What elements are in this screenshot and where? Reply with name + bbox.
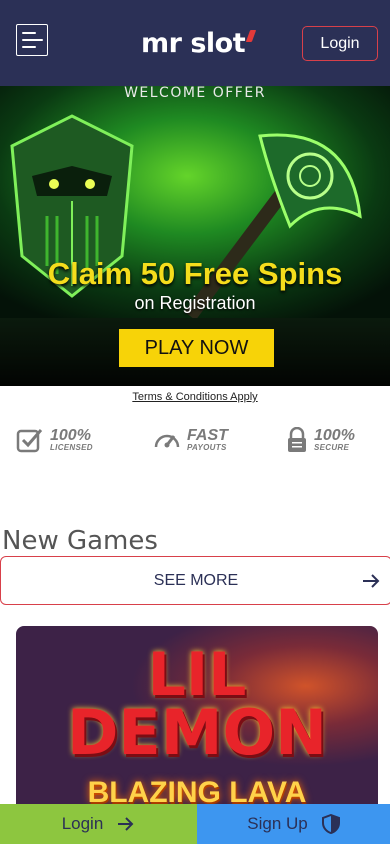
bottom-signup-label: Sign Up: [247, 814, 308, 833]
badge-licensed-small: LICENSED: [50, 443, 93, 452]
badge-fast-small: PAYOUTS: [187, 443, 227, 452]
badge-secure: 100% SECURE: [286, 426, 355, 454]
hamburger-menu-icon[interactable]: [16, 24, 48, 56]
welcome-offer-title: WELCOME OFFER: [124, 86, 266, 101]
game-tile-lil-demon[interactable]: LIL DEMON BLAZING LAVA: [16, 626, 378, 826]
logo-accent: [245, 30, 257, 42]
header-login-button[interactable]: Login: [302, 26, 378, 61]
offer-subline: on Registration: [134, 293, 256, 313]
badge-licensed-big: 100%: [50, 427, 91, 444]
badge-secure-big: 100%: [314, 427, 355, 444]
arrow-right-icon: [118, 817, 134, 831]
padlock-icon: [288, 427, 306, 452]
speedometer-icon: [154, 434, 180, 448]
welcome-offer-banner[interactable]: WELCOME OFFER Claim 50 Free Spins on Reg…: [0, 86, 390, 386]
check-square-icon: [16, 429, 43, 453]
terms-link[interactable]: Terms & Conditions Apply: [0, 391, 390, 403]
arrow-right-icon: [363, 574, 380, 588]
bottom-login-label: Login: [61, 814, 104, 833]
bottom-login-button[interactable]: Login: [0, 804, 197, 844]
shield-icon: [321, 814, 340, 834]
bottom-signup-button[interactable]: Sign Up: [197, 804, 390, 844]
new-games-heading: New Games: [2, 526, 158, 556]
badge-fast-big: FAST: [187, 427, 228, 444]
play-now-button[interactable]: PLAY NOW: [119, 329, 274, 367]
site-logo[interactable]: mr slot: [141, 27, 246, 61]
offer-headline: Claim 50 Free Spins: [47, 256, 343, 291]
site-header: mr slot Login: [0, 0, 390, 86]
see-more-button[interactable]: SEE MORE: [0, 556, 390, 605]
badge-licensed: 100% LICENSED: [16, 426, 93, 454]
badge-fast-payouts: FAST PAYOUTS: [153, 426, 228, 454]
badge-secure-small: SECURE: [314, 443, 350, 452]
see-more-label: SEE MORE: [153, 571, 239, 589]
game-title-line2: DEMON: [66, 696, 328, 769]
